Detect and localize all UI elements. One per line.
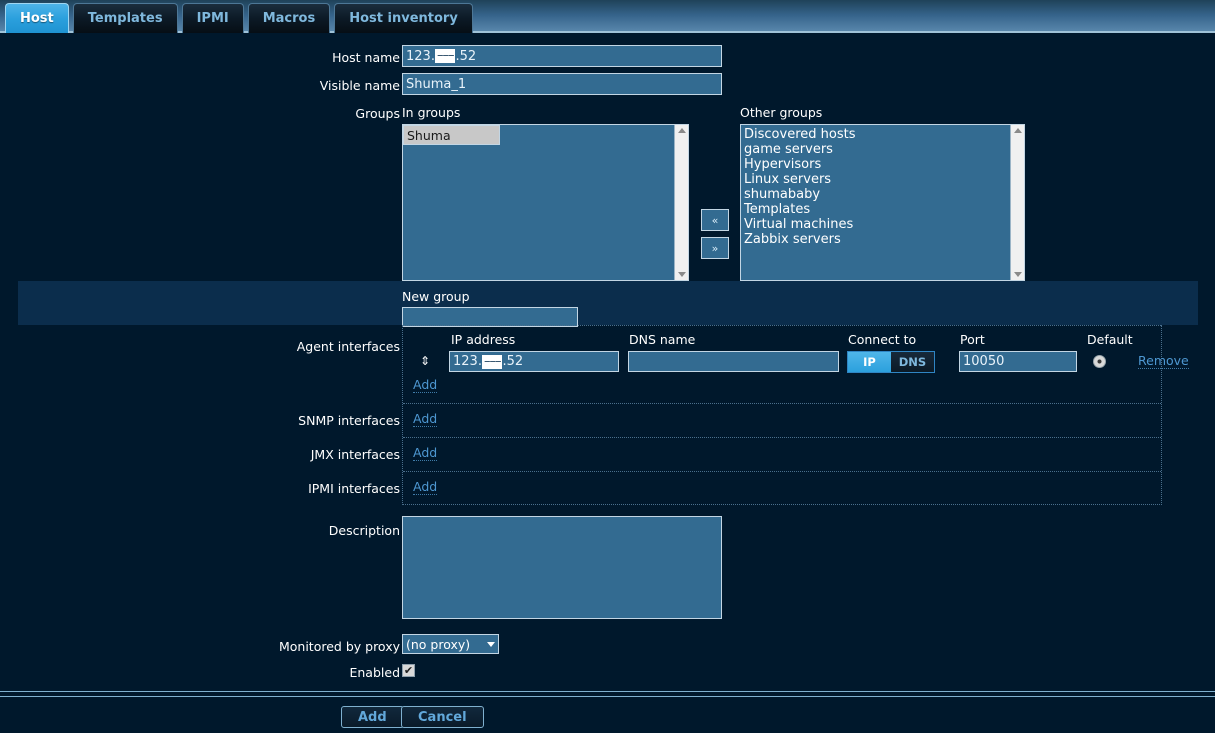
list-item[interactable]: Linux servers [741, 172, 1010, 187]
col-default: Default [1087, 332, 1133, 347]
list-item[interactable]: shumababy [741, 187, 1010, 202]
tab-ipmi[interactable]: IPMI [182, 3, 244, 33]
new-group-label: New group [402, 289, 470, 304]
new-group-input[interactable] [402, 307, 578, 327]
agent-dns-input[interactable] [628, 351, 839, 372]
description-label: Description [240, 523, 400, 538]
list-item[interactable]: Shuma [403, 125, 500, 145]
tab-host-inventory[interactable]: Host inventory [334, 3, 473, 33]
snmp-add-link[interactable]: Add [413, 412, 437, 427]
list-item[interactable]: game servers [741, 142, 1010, 157]
agent-port-value: 10050 [963, 354, 1004, 369]
proxy-select[interactable]: (no proxy) [402, 634, 499, 654]
connect-to-dns-option[interactable]: DNS [891, 352, 934, 372]
in-groups-scrollbar[interactable] [674, 125, 688, 280]
tab-templates[interactable]: Templates [73, 3, 178, 33]
col-ip-address: IP address [451, 332, 515, 347]
list-item[interactable]: Zabbix servers [741, 232, 1010, 247]
proxy-label: Monitored by proxy [240, 639, 400, 654]
tab-host[interactable]: Host [5, 3, 69, 33]
host-name-prefix: 123. [406, 49, 435, 64]
jmx-interfaces-label: JMX interfaces [240, 447, 400, 462]
description-textarea[interactable] [402, 516, 722, 619]
interfaces-table: IP address DNS name Connect to Port Defa… [402, 325, 1162, 505]
groups-label: Groups [240, 106, 400, 121]
ipmi-interfaces-row: Add [403, 471, 1161, 505]
agent-ip-input[interactable]: 123.–––.52 [449, 351, 619, 372]
agent-default-radio[interactable] [1093, 355, 1106, 368]
proxy-selected-value: (no proxy) [406, 637, 470, 652]
footer-actions: Add Cancel [0, 700, 1215, 733]
col-dns-name: DNS name [629, 332, 695, 347]
snmp-interfaces-label: SNMP interfaces [240, 413, 400, 428]
connect-to-ip-option[interactable]: IP [848, 352, 891, 372]
agent-interfaces-row: IP address DNS name Connect to Port Defa… [403, 325, 1161, 403]
other-groups-items: Discovered hostsgame serversHypervisorsL… [741, 125, 1010, 280]
list-item[interactable]: Virtual machines [741, 217, 1010, 232]
footer-separator-top [0, 691, 1215, 692]
list-item[interactable]: Templates [741, 202, 1010, 217]
snmp-interfaces-row: Add [403, 403, 1161, 437]
agent-ip-suffix: .52 [502, 354, 523, 369]
move-left-button[interactable]: « [701, 209, 729, 231]
agent-ip-prefix: 123. [453, 354, 482, 369]
col-connect-to: Connect to [848, 332, 916, 347]
add-button[interactable]: Add [341, 706, 404, 728]
scroll-down-icon[interactable] [1014, 272, 1022, 277]
agent-remove-link[interactable]: Remove [1138, 354, 1189, 369]
enabled-label: Enabled [240, 665, 400, 680]
drag-handle-icon[interactable]: ⇕ [420, 355, 430, 367]
visible-name-value: Shuma_1 [406, 77, 466, 92]
tab-list: Host Templates IPMI Macros Host inventor… [5, 3, 473, 33]
cancel-button[interactable]: Cancel [401, 706, 484, 728]
agent-add-link[interactable]: Add [413, 378, 437, 393]
new-group-band [18, 281, 1198, 325]
footer-separator-bottom [0, 696, 1215, 697]
ipmi-interfaces-label: IPMI interfaces [240, 481, 400, 496]
ipmi-add-link[interactable]: Add [413, 480, 437, 495]
scroll-up-icon[interactable] [1014, 128, 1022, 133]
scroll-up-icon[interactable] [678, 128, 686, 133]
enabled-checkbox[interactable]: ✔ [402, 664, 415, 677]
chevron-down-icon [487, 642, 495, 647]
connect-to-toggle[interactable]: IP DNS [847, 351, 935, 373]
scroll-down-icon[interactable] [678, 272, 686, 277]
tab-bar: Host Templates IPMI Macros Host inventor… [0, 0, 1215, 33]
agent-port-input[interactable]: 10050 [959, 351, 1077, 372]
host-name-input[interactable]: 123.–––.52 [402, 45, 722, 67]
jmx-add-link[interactable]: Add [413, 446, 437, 461]
host-name-redacted: ––– [435, 49, 456, 63]
other-groups-label: Other groups [740, 105, 822, 120]
agent-interfaces-label: Agent interfaces [240, 339, 400, 354]
in-groups-items: Shuma [403, 125, 674, 280]
visible-name-input[interactable]: Shuma_1 [402, 73, 722, 95]
in-groups-label: In groups [402, 105, 460, 120]
agent-ip-redacted: ––– [482, 355, 503, 369]
col-port: Port [960, 332, 985, 347]
host-name-suffix: .52 [455, 49, 476, 64]
visible-name-label: Visible name [240, 78, 400, 93]
other-groups-listbox[interactable]: Discovered hostsgame serversHypervisorsL… [740, 124, 1025, 281]
jmx-interfaces-row: Add [403, 437, 1161, 471]
host-config-form: Host name 123.–––.52 Visible name Shuma_… [0, 33, 1215, 733]
host-name-label: Host name [240, 50, 400, 65]
list-item[interactable]: Hypervisors [741, 157, 1010, 172]
in-groups-listbox[interactable]: Shuma [402, 124, 689, 281]
other-groups-scrollbar[interactable] [1010, 125, 1024, 280]
move-right-button[interactable]: » [701, 237, 729, 259]
list-item[interactable]: Discovered hosts [741, 127, 1010, 142]
tab-macros[interactable]: Macros [248, 3, 331, 33]
